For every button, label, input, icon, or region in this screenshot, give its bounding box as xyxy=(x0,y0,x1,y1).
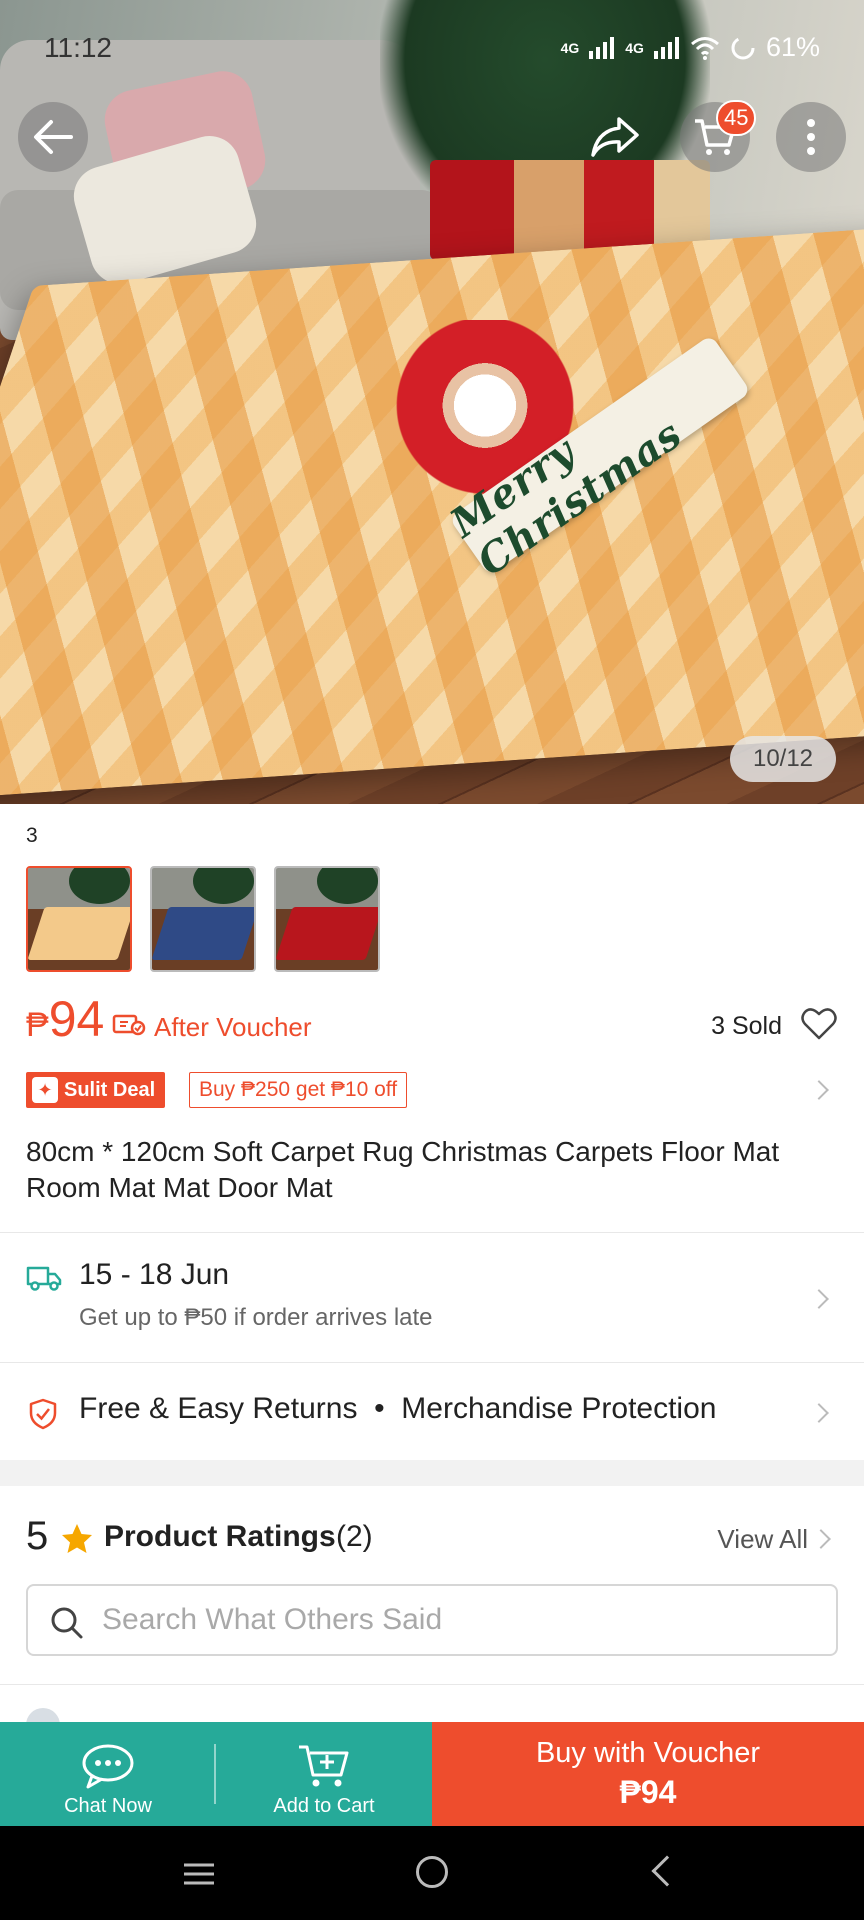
chat-now-button[interactable]: Chat Now xyxy=(0,1722,216,1826)
chat-now-label: Chat Now xyxy=(64,1795,152,1817)
review-item-partial xyxy=(26,1704,838,1724)
network-label: 4G xyxy=(560,39,580,56)
price-amount: 94 xyxy=(48,991,105,1047)
add-to-cart-button[interactable]: Add to Cart xyxy=(216,1722,432,1826)
home-icon[interactable] xyxy=(416,1856,448,1888)
divider xyxy=(0,1232,864,1233)
shipping-row[interactable]: 15 - 18 Jun Get up to ₱50 if order arriv… xyxy=(0,1234,864,1362)
chevron-right-icon xyxy=(809,1080,829,1100)
buy-price: ₱94 xyxy=(619,1774,677,1810)
heart-icon[interactable] xyxy=(800,1006,838,1042)
view-all-link[interactable]: View All xyxy=(717,1524,808,1555)
truck-icon xyxy=(26,1266,62,1291)
variant-thumbnail[interactable] xyxy=(150,866,256,972)
star-icon xyxy=(62,1524,92,1553)
returns-text: Free & Easy Returns • Merchandise Protec… xyxy=(79,1392,716,1426)
review-search-input[interactable] xyxy=(102,1586,802,1654)
back-button[interactable] xyxy=(18,102,88,172)
status-icons: 4G 4G 61% xyxy=(561,32,820,63)
add-to-cart-label: Add to Cart xyxy=(273,1795,375,1817)
after-voucher-label: After Voucher xyxy=(154,1012,312,1042)
thumbnail-rug xyxy=(152,906,254,960)
chat-icon xyxy=(82,1744,134,1789)
image-counter: 10/12 xyxy=(730,736,836,782)
review-search-box[interactable] xyxy=(26,1584,838,1656)
battery-level: 61% xyxy=(765,32,820,62)
thumbnail-rug xyxy=(28,906,130,960)
more-options-button[interactable] xyxy=(776,102,846,172)
ratings-label: Product Ratings xyxy=(104,1520,336,1553)
section-gap xyxy=(0,1460,864,1486)
buy-label: Buy with Voucher xyxy=(535,1737,761,1769)
divider xyxy=(0,1684,864,1685)
bottom-separator xyxy=(214,1744,216,1804)
shipping-date-range: 15 - 18 Jun xyxy=(79,1258,230,1291)
status-time: 11:12 xyxy=(44,32,112,63)
variant-thumbnail[interactable] xyxy=(26,866,132,972)
bottom-action-bar: Chat Now Add to Cart Buy with Voucher ₱9… xyxy=(0,1722,864,1826)
variant-thumbnail[interactable] xyxy=(274,866,380,972)
share-icon xyxy=(591,117,639,157)
buy-with-voucher-button[interactable]: Buy with Voucher ₱94 xyxy=(432,1722,864,1826)
rating-score: 5 xyxy=(26,1514,49,1558)
add-to-cart-icon xyxy=(299,1745,349,1787)
chevron-right-icon xyxy=(809,1289,829,1309)
recent-apps-icon[interactable] xyxy=(182,1862,216,1886)
ratings-count: (2) xyxy=(336,1520,373,1553)
chevron-right-icon xyxy=(809,1403,829,1423)
shipping-guarantee: Get up to ₱50 if order arrives late xyxy=(79,1304,433,1331)
price-currency: ₱ xyxy=(26,1006,49,1044)
thumbnail-rug xyxy=(276,906,378,960)
signal-icon xyxy=(589,36,615,59)
share-button[interactable] xyxy=(580,102,650,172)
bottom-left-actions: Chat Now Add to Cart xyxy=(0,1722,432,1826)
network-label: 4G xyxy=(625,39,644,56)
sulit-deal-badge: ✦ Sulit Deal xyxy=(26,1072,166,1108)
divider xyxy=(0,1362,864,1363)
free-returns-label: Free & Easy Returns xyxy=(79,1392,358,1425)
merchandise-protection-label: Merchandise Protection xyxy=(401,1392,717,1425)
search-icon xyxy=(51,1607,83,1639)
sold-count: 3 Sold xyxy=(711,1012,782,1040)
ratings-header: 5 Product Ratings (2) View All xyxy=(0,1486,864,1590)
more-vertical-icon xyxy=(807,119,815,155)
wifi-icon xyxy=(690,36,719,60)
price-row: ₱94 After Voucher 3 Sold xyxy=(26,990,838,1060)
system-nav-bar xyxy=(0,1826,864,1920)
signal-icon xyxy=(653,36,679,59)
sulit-deal-label: Sulit Deal xyxy=(64,1078,156,1101)
shield-check-icon xyxy=(29,1398,57,1430)
battery-ring-icon xyxy=(731,36,755,59)
bundle-deal-badge: Buy ₱250 get ₱10 off xyxy=(189,1072,408,1108)
bullet-separator: • xyxy=(374,1392,385,1425)
variant-thumbnails xyxy=(26,866,380,972)
returns-row[interactable]: Free & Easy Returns • Merchandise Protec… xyxy=(0,1364,864,1460)
product-title: 80cm * 120cm Soft Carpet Rug Christmas C… xyxy=(26,1136,780,1203)
price: ₱94 xyxy=(26,990,104,1048)
arrow-left-icon xyxy=(34,120,73,154)
chevron-right-icon xyxy=(811,1529,831,1549)
voucher-icon xyxy=(112,1014,146,1036)
deal-row[interactable]: ✦ Sulit Deal Buy ₱250 get ₱10 off xyxy=(26,1072,838,1112)
thumbs-up-icon: ✦ xyxy=(32,1077,58,1103)
cart-count-badge: 45 xyxy=(716,100,757,136)
variant-count: 3 xyxy=(26,824,38,847)
system-back-icon[interactable] xyxy=(651,1855,683,1887)
status-bar: 11:12 4G 4G 61% xyxy=(0,26,864,70)
